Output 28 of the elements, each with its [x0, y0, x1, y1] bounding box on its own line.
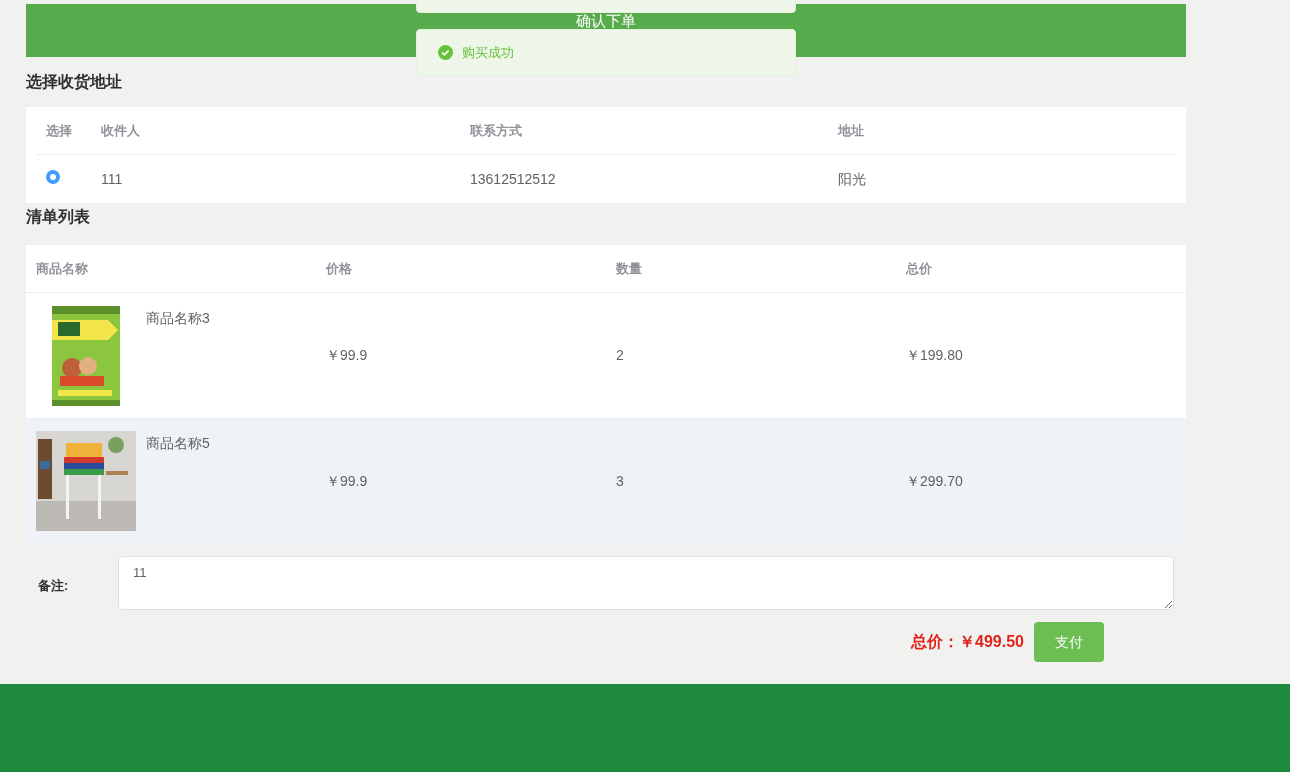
table-cell-text: 111 — [101, 169, 124, 189]
table-cell-text: 2 — [615, 346, 625, 365]
table-cell-text: ￥99.9 — [325, 346, 369, 365]
column-header: 商品名称 — [35, 259, 89, 278]
column-header: 选择 — [45, 121, 73, 140]
table-cell-text: ￥299.70 — [905, 471, 964, 491]
table-cell-text: ￥99.9 — [325, 471, 369, 491]
section-title: 清单列表 — [26, 207, 91, 227]
toast-text: 购买成功 — [462, 43, 514, 62]
table-cell-text: 3 — [615, 471, 625, 491]
radio-button[interactable] — [46, 169, 60, 184]
column-header: 收件人 — [101, 121, 141, 140]
column-header: 地址 — [838, 121, 865, 140]
page-title: 确认下单 — [576, 13, 636, 29]
table-cell-text: ￥199.80 — [905, 346, 964, 365]
product-name: 商品名称5 — [146, 434, 210, 453]
table-cell-text: 阳光 — [838, 169, 867, 189]
check-icon — [438, 45, 453, 60]
product-name: 商品名称3 — [146, 308, 210, 328]
table-cell-text: 13612512512 — [470, 169, 557, 189]
column-header: 数量 — [615, 259, 643, 278]
remark-field[interactable]: 11 — [118, 556, 1174, 610]
column-header: 总价 — [904, 259, 933, 278]
column-header: 联系方式 — [470, 121, 523, 140]
total-price: 总价：￥499.50 — [911, 632, 1024, 652]
section-title: 选择收货地址 — [26, 72, 123, 93]
remark-label: 备注: — [37, 577, 70, 595]
column-header: 价格 — [324, 259, 353, 278]
